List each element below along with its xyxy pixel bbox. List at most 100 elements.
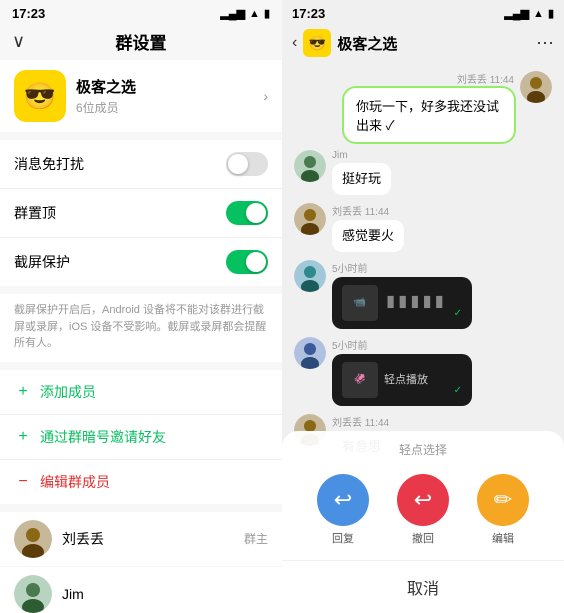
toggle-knob-disturb bbox=[228, 154, 248, 174]
msg-text-2: 挺好玩 bbox=[342, 171, 381, 186]
message-row: 刘丢丢 11:44 你玩一下，好多我还没试出来 ✓ bbox=[288, 71, 558, 142]
time-left: 17:23 bbox=[12, 6, 45, 21]
group-members: 6位成员 bbox=[76, 99, 263, 116]
video-bubble-1[interactable]: 📹 ▐▌▐▌▐▌▐▌▐▌ ✓ bbox=[332, 277, 472, 329]
edit-member-row[interactable]: − 编辑群成员 bbox=[0, 460, 282, 504]
time-right: 17:23 bbox=[292, 6, 325, 21]
notice-text: 截屏保护开启后，Android 设备将不能对该群进行截屏或录屏，iOS 设备不受… bbox=[0, 294, 282, 362]
msg-avatar-video1 bbox=[294, 260, 326, 292]
battery-icon: ▮ bbox=[264, 7, 270, 20]
overlay-title: 轻点选择 bbox=[282, 441, 564, 466]
msg-avatar-liusan1 bbox=[520, 71, 552, 103]
minus-icon: − bbox=[14, 473, 32, 491]
group-info[interactable]: 😎 极客之选 6位成员 › bbox=[0, 60, 282, 132]
cancel-label: 取消 bbox=[407, 581, 439, 598]
msg-content-2: Jim 挺好玩 bbox=[332, 150, 391, 195]
msg-content-3: 刘丢丢 11:44 感觉要火 bbox=[332, 203, 404, 252]
list-item[interactable]: 刘丢丢 群主 bbox=[0, 512, 282, 567]
edit-member-label: 编辑群成员 bbox=[40, 472, 110, 492]
msg-time-label-4: 5小时前 bbox=[332, 264, 368, 275]
avatar-jim bbox=[14, 575, 52, 613]
toggle-knob-pin bbox=[246, 203, 266, 223]
msg-text-1: 你玩一下，好多我还没试出来 ✓ bbox=[356, 99, 499, 133]
msg-time-6: 11:44 bbox=[365, 418, 389, 429]
toggle-screenshot[interactable] bbox=[226, 250, 268, 274]
toggle-disturb[interactable] bbox=[226, 152, 268, 176]
reply-icon: ↩ bbox=[317, 474, 369, 526]
overlay-actions: ↩ 回复 ↩ 撤回 ✏ 编辑 bbox=[282, 466, 564, 558]
member-name-liusan: 刘丢丢 bbox=[62, 529, 244, 549]
msg-time-1: 11:44 bbox=[490, 75, 514, 86]
video-bubble-2[interactable]: 🦑 轻点播放 ✓ bbox=[332, 354, 472, 406]
chat-back-icon[interactable]: ‹ bbox=[292, 34, 297, 52]
list-item[interactable]: Jim bbox=[0, 567, 282, 613]
toggle-pin[interactable] bbox=[226, 201, 268, 225]
video-info-2: 轻点播放 bbox=[384, 373, 428, 388]
add-member-label: 添加成员 bbox=[40, 382, 96, 402]
member-section: 刘丢丢 群主 Jim SeaGreen Shelly bbox=[0, 512, 282, 613]
group-avatar: 😎 bbox=[14, 70, 66, 122]
group-settings-header: ∨ 群设置 bbox=[0, 25, 282, 60]
toggle-knob-screenshot bbox=[246, 252, 266, 272]
msg-sender-time-1: 刘丢丢 11:44 bbox=[344, 71, 514, 86]
video-tap-label: 轻点播放 bbox=[384, 373, 428, 388]
msg-sender-time-6: 刘丢丢 11:44 bbox=[332, 414, 391, 429]
msg-time-label-5: 5小时前 bbox=[332, 341, 368, 352]
member-name-jim: Jim bbox=[62, 586, 268, 602]
msg-text-3: 感觉要火 bbox=[342, 228, 394, 243]
msg-bubble-3[interactable]: 感觉要火 bbox=[332, 220, 404, 252]
back-icon[interactable]: ∨ bbox=[12, 31, 25, 52]
add-member-row[interactable]: + 添加成员 bbox=[0, 370, 282, 415]
setting-label-screenshot: 截屏保护 bbox=[14, 252, 70, 272]
msg-time-3: 11:44 bbox=[365, 207, 389, 218]
msg-avatar-liusan2 bbox=[294, 203, 326, 235]
setting-row-screenshot: 截屏保护 bbox=[0, 238, 282, 286]
setting-label-pin: 群置顶 bbox=[14, 203, 56, 223]
msg-sender-time-3: 刘丢丢 11:44 bbox=[332, 203, 404, 218]
settings-section: 消息免打扰 群置顶 截屏保护 bbox=[0, 140, 282, 286]
msg-sender-3: 刘丢丢 bbox=[332, 207, 362, 218]
invite-icon: + bbox=[14, 428, 32, 446]
msg-sender-6: 刘丢丢 bbox=[332, 418, 362, 429]
msg-bubble-2[interactable]: 挺好玩 bbox=[332, 163, 391, 195]
member-role-liusan: 群主 bbox=[244, 530, 268, 547]
action-section: + 添加成员 + 通过群暗号邀请好友 − 编辑群成员 bbox=[0, 370, 282, 504]
add-icon: + bbox=[14, 383, 32, 401]
chat-header: ‹ 😎 极客之选 ⋯ bbox=[282, 25, 564, 63]
invite-friend-label: 通过群暗号邀请好友 bbox=[40, 427, 166, 447]
wifi-icon: ▲ bbox=[249, 8, 260, 20]
video-info-1: ▐▌▐▌▐▌▐▌▐▌ bbox=[384, 296, 445, 310]
selected-bubble[interactable]: 你玩一下，好多我还没试出来 ✓ bbox=[344, 88, 514, 142]
cancel-button[interactable]: 取消 bbox=[282, 560, 564, 613]
setting-label-disturb: 消息免打扰 bbox=[14, 154, 84, 174]
page-title: 群设置 bbox=[116, 29, 167, 54]
revoke-action[interactable]: ↩ 撤回 bbox=[397, 474, 449, 546]
reply-action[interactable]: ↩ 回复 bbox=[317, 474, 369, 546]
read-tick-2: ✓ bbox=[454, 384, 462, 398]
wave-icon-1: ▐▌▐▌▐▌▐▌▐▌ bbox=[384, 296, 445, 310]
revoke-label: 撤回 bbox=[412, 530, 434, 546]
edit-icon: ✏ bbox=[477, 474, 529, 526]
chevron-right-icon: › bbox=[263, 88, 268, 104]
message-row: 刘丢丢 11:44 感觉要火 bbox=[288, 203, 558, 252]
status-bar-right: 17:23 ▂▄▆ ▲ ▮ bbox=[282, 0, 564, 25]
edit-action[interactable]: ✏ 编辑 bbox=[477, 474, 529, 546]
msg-sender-1: 刘丢丢 bbox=[457, 75, 487, 86]
battery-icon-right: ▮ bbox=[548, 7, 554, 20]
setting-row-pin: 群置顶 bbox=[0, 189, 282, 238]
group-text: 极客之选 6位成员 bbox=[76, 76, 263, 116]
setting-row-disturb: 消息免打扰 bbox=[0, 140, 282, 189]
chat-title: 极客之选 bbox=[337, 33, 536, 54]
avatar-liusan bbox=[14, 520, 52, 558]
edit-label: 编辑 bbox=[492, 530, 514, 546]
msg-avatar-video2 bbox=[294, 337, 326, 369]
message-row: 5小时前 📹 ▐▌▐▌▐▌▐▌▐▌ ✓ bbox=[288, 260, 558, 329]
video-thumb-1: 📹 bbox=[342, 285, 378, 321]
msg-content-4: 5小时前 📹 ▐▌▐▌▐▌▐▌▐▌ ✓ bbox=[332, 260, 472, 329]
msg-avatar-jim bbox=[294, 150, 326, 182]
invite-friend-row[interactable]: + 通过群暗号邀请好友 bbox=[0, 415, 282, 460]
chat-group-avatar: 😎 bbox=[303, 29, 331, 57]
left-panel: 17:23 ▂▄▆ ▲ ▮ ∨ 群设置 😎 极客之选 6位成员 › 消息免打扰 … bbox=[0, 0, 282, 613]
more-icon[interactable]: ⋯ bbox=[536, 33, 554, 54]
msg-sender-2: Jim bbox=[332, 150, 348, 161]
